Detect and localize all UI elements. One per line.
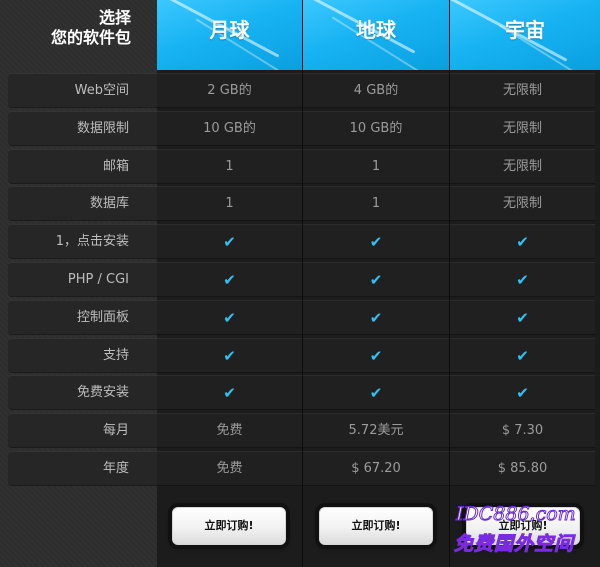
check-icon: ✔ xyxy=(157,262,302,297)
table-cell: 无限制 xyxy=(450,73,595,108)
row-label: 数据库 xyxy=(8,186,157,222)
check-icon-glyph: ✔ xyxy=(516,308,529,327)
check-icon-glyph: ✔ xyxy=(516,346,529,365)
plan-header-earth: 地球 xyxy=(303,0,449,70)
table-cell: $ 67.20 xyxy=(303,451,449,486)
check-icon-glyph: ✔ xyxy=(223,346,236,365)
row-label: 1，点击安装 xyxy=(8,224,157,260)
table-cell: 无限制 xyxy=(450,148,595,184)
check-icon: ✔ xyxy=(303,375,449,411)
table-title: 选择 您的软件包 xyxy=(0,0,157,70)
order-button-moon[interactable]: 立即订购! xyxy=(172,507,286,545)
table-row: 数据限制 10 GB的 10 GB的 无限制 xyxy=(0,110,600,147)
check-icon: ✔ xyxy=(157,224,302,260)
check-icon: ✔ xyxy=(157,299,302,335)
check-icon-glyph: ✔ xyxy=(369,308,383,327)
check-icon: ✔ xyxy=(450,375,595,411)
title-line-2: 您的软件包 xyxy=(50,28,131,47)
check-icon: ✔ xyxy=(157,337,302,373)
table-cell: 1 xyxy=(303,186,449,222)
check-icon-glyph: ✔ xyxy=(223,384,236,403)
check-icon-glyph: ✔ xyxy=(223,308,236,327)
table-cell: $ 85.80 xyxy=(450,451,595,486)
check-icon: ✔ xyxy=(303,224,449,260)
check-icon-glyph: ✔ xyxy=(516,271,529,289)
row-label: 每月 xyxy=(8,413,157,449)
table-cell: 1 xyxy=(303,148,449,184)
table-row: 每月 免费 5.72美元 $ 7.30 xyxy=(0,412,600,449)
check-icon: ✔ xyxy=(450,262,595,297)
check-icon: ✔ xyxy=(450,337,595,373)
check-icon-glyph: ✔ xyxy=(223,233,236,252)
check-icon-glyph: ✔ xyxy=(369,233,383,252)
check-icon-glyph: ✔ xyxy=(369,346,383,365)
row-label: Web空间 xyxy=(8,73,157,108)
table-row: 数据库 1 1 无限制 xyxy=(0,185,600,222)
table-cell: 无限制 xyxy=(450,186,595,222)
row-label: PHP / CGI xyxy=(8,262,157,297)
table-row: Web空间 2 GB的 4 GB的 无限制 xyxy=(0,72,600,109)
plan-name: 宇宙 xyxy=(505,18,545,42)
table-cell: 1 xyxy=(157,186,302,222)
table-cell: 10 GB的 xyxy=(157,110,302,146)
table-cell: 2 GB的 xyxy=(157,73,302,108)
table-row: PHP / CGI ✔ ✔ ✔ xyxy=(0,261,600,298)
table-row: 邮箱 1 1 无限制 xyxy=(0,148,600,185)
check-icon: ✔ xyxy=(303,262,449,297)
table-cell: 免费 xyxy=(157,413,302,449)
table-cell: 1 xyxy=(157,148,302,184)
plan-name: 月球 xyxy=(209,18,250,42)
check-icon-glyph: ✔ xyxy=(369,384,383,403)
check-icon: ✔ xyxy=(450,299,595,335)
row-label: 免费安装 xyxy=(8,375,157,411)
order-button-universe[interactable]: 立即订购! xyxy=(466,507,580,545)
row-label: 控制面板 xyxy=(8,299,157,335)
plan-header-moon: 月球 xyxy=(157,0,302,70)
row-label: 数据限制 xyxy=(8,110,157,146)
row-label: 邮箱 xyxy=(8,148,157,184)
table-cell: 5.72美元 xyxy=(303,413,449,449)
table-cell: 无限制 xyxy=(450,110,595,146)
table-row: 控制面板 ✔ ✔ ✔ xyxy=(0,299,600,336)
title-line-1: 选择 xyxy=(98,8,131,27)
table-row: 免费安装 ✔ ✔ ✔ xyxy=(0,374,600,411)
check-icon: ✔ xyxy=(450,224,595,260)
plan-name: 地球 xyxy=(356,18,396,42)
plan-header-universe: 宇宙 xyxy=(450,0,600,70)
check-icon-glyph: ✔ xyxy=(516,384,529,403)
table-cell: 免费 xyxy=(157,451,302,486)
table-cell: $ 7.30 xyxy=(450,413,595,449)
table-cell: 10 GB的 xyxy=(303,110,449,146)
check-icon: ✔ xyxy=(303,299,449,335)
check-icon: ✔ xyxy=(303,337,449,373)
row-label: 支持 xyxy=(8,337,157,373)
table-row: 支持 ✔ ✔ ✔ xyxy=(0,337,600,374)
order-button-earth[interactable]: 立即订购! xyxy=(319,507,433,545)
row-label: 年度 xyxy=(8,451,157,486)
check-icon: ✔ xyxy=(157,375,302,411)
table-row: 1，点击安装 ✔ ✔ ✔ xyxy=(0,223,600,260)
check-icon-glyph: ✔ xyxy=(223,271,236,289)
table-cell: 4 GB的 xyxy=(303,73,449,108)
check-icon-glyph: ✔ xyxy=(369,271,383,289)
check-icon-glyph: ✔ xyxy=(516,233,529,252)
table-row: 年度 免费 $ 67.20 $ 85.80 xyxy=(0,450,600,487)
